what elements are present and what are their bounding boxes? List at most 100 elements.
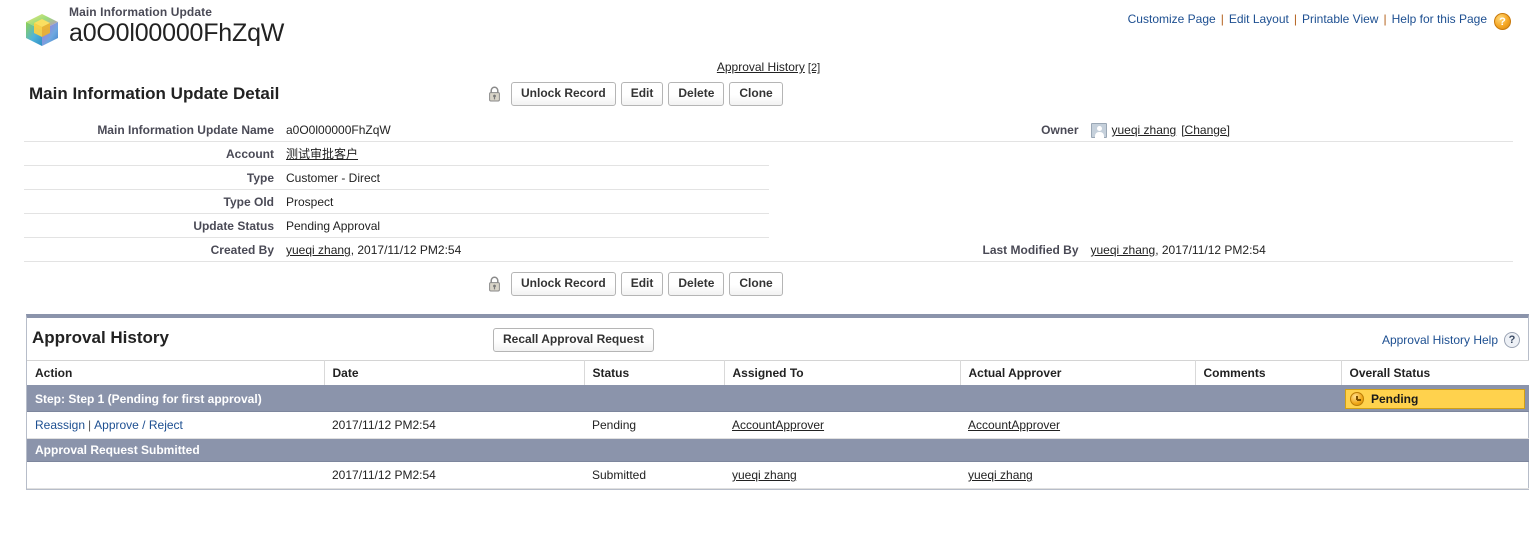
record-brand: Main Information Update a0O0l00000FhZqW <box>24 6 284 48</box>
approval-history-help: Approval History Help ? <box>1382 332 1520 349</box>
unlock-record-button-bottom[interactable]: Unlock Record <box>511 272 616 297</box>
owner-change-link[interactable]: [Change] <box>1181 122 1230 138</box>
unlock-record-button[interactable]: Unlock Record <box>511 82 616 107</box>
link-separator: | <box>1220 11 1224 26</box>
cell-overall-status <box>1341 411 1529 440</box>
owner-user-link[interactable]: yueqi zhang <box>1112 122 1177 138</box>
actual-approver-link[interactable]: yueqi zhang <box>968 468 1033 482</box>
printable-view-link[interactable]: Printable View <box>1302 12 1379 26</box>
field-label: Main Information Update Name <box>97 123 274 137</box>
clone-button[interactable]: Clone <box>729 82 783 107</box>
edit-button-bottom[interactable]: Edit <box>620 272 664 297</box>
field-label: Type Old <box>223 195 274 209</box>
status-badge-label: Pending <box>1371 392 1419 407</box>
field-main-information-update-name: Main Information Update Name a0O0l00000F… <box>24 118 769 142</box>
detail-button-row-top: Unlock Record Edit Delete Clone <box>488 82 783 107</box>
page-header: Main Information Update a0O0l00000FhZqW … <box>0 0 1537 58</box>
edit-button[interactable]: Edit <box>620 82 664 107</box>
field-value: a0O0l00000FhZqW <box>286 123 391 137</box>
assigned-to-link[interactable]: yueqi zhang <box>732 468 797 482</box>
cell-actual-approver: AccountApprover <box>960 411 1195 440</box>
created-by-user-link[interactable]: yueqi zhang <box>286 243 351 257</box>
cell-status: Submitted <box>584 461 724 490</box>
link-separator: | <box>1383 11 1387 26</box>
record-locked-padlock-icon <box>489 276 500 292</box>
cell-date: 2017/11/12 PM2:54 <box>324 411 584 440</box>
edit-layout-link[interactable]: Edit Layout <box>1229 12 1289 26</box>
field-spacer <box>769 190 1514 214</box>
delete-button[interactable]: Delete <box>668 82 725 107</box>
field-type: Type Customer - Direct <box>24 166 769 190</box>
help-question-icon[interactable]: ? <box>1504 332 1520 349</box>
approval-step-label: Step: Step 1 (Pending for first approval… <box>27 386 1341 413</box>
cell-action: Reassign | Approve / Reject <box>27 411 324 440</box>
field-value <box>1091 218 1514 235</box>
related-list-nav: Approval History [2] <box>0 58 1537 82</box>
clone-button-bottom[interactable]: Clone <box>729 272 783 297</box>
actual-approver-link[interactable]: AccountApprover <box>968 418 1060 432</box>
field-row: Account 测试审批客户 <box>24 142 1513 166</box>
field-value: Customer - Direct <box>286 171 381 185</box>
clock-icon <box>1350 392 1364 407</box>
detail-fields: Main Information Update Name a0O0l00000F… <box>24 118 1513 262</box>
approval-history-header: Approval History Recall Approval Request… <box>27 318 1528 360</box>
field-value: yueqi zhang [Change] <box>1090 122 1514 138</box>
approval-history-panel: Approval History Recall Approval Request… <box>26 314 1529 491</box>
field-owner: Owner yueqi zhang [Change] <box>768 118 1514 142</box>
field-last-modified-by: Last Modified By yueqi zhang, 2017/11/12… <box>768 238 1514 262</box>
page-action-links: Customize Page | Edit Layout | Printable… <box>1128 10 1511 30</box>
user-avatar-icon <box>1090 122 1107 138</box>
field-label <box>769 146 1091 163</box>
table-row: Reassign | Approve / Reject 2017/11/12 PM2… <box>27 411 1529 440</box>
field-row: Type Customer - Direct <box>24 166 1513 190</box>
field-label: Account <box>226 147 274 161</box>
help-for-this-page-link[interactable]: Help for this Page <box>1392 12 1487 26</box>
detail-header-bar: Main Information Update Detail Unlock Re… <box>24 82 1513 116</box>
table-header-row: Action Date Status Assigned To Actual Ap… <box>27 360 1529 388</box>
column-header-status: Status <box>584 360 725 388</box>
cell-action <box>27 461 324 490</box>
reassign-link[interactable]: Reassign <box>35 418 85 432</box>
column-header-assigned-to: Assigned To <box>724 360 961 388</box>
cell-actual-approver: yueqi zhang <box>960 461 1195 490</box>
account-link[interactable]: 测试审批客户 <box>286 147 358 161</box>
field-label <box>769 218 1091 235</box>
last-modified-by-user-link[interactable]: yueqi zhang <box>1091 243 1156 257</box>
field-value: yueqi zhang, 2017/11/12 PM2:54 <box>286 242 769 258</box>
field-spacer <box>769 142 1514 166</box>
cell-assigned-to: AccountApprover <box>724 411 960 440</box>
help-question-icon[interactable]: ? <box>1494 13 1511 30</box>
field-value: Prospect <box>286 195 334 209</box>
record-locked-padlock-icon <box>489 86 500 102</box>
approval-history-help-link[interactable]: Approval History Help <box>1382 333 1498 347</box>
detail-button-row-bottom: Unlock Record Edit Delete Clone <box>488 272 1513 297</box>
field-row: Update Status Pending Approval <box>24 214 1513 238</box>
recall-approval-request-button[interactable]: Recall Approval Request <box>493 328 654 353</box>
field-created-by: Created By yueqi zhang, 2017/11/12 PM2:5… <box>24 238 769 262</box>
approve-reject-link[interactable]: Approve / Reject <box>94 418 183 432</box>
field-value: yueqi zhang, 2017/11/12 PM2:54 <box>1091 242 1514 258</box>
detail-section: Main Information Update Detail Unlock Re… <box>0 82 1537 297</box>
field-row: Created By yueqi zhang, 2017/11/12 PM2:5… <box>24 238 1513 262</box>
delete-button-bottom[interactable]: Delete <box>668 272 725 297</box>
cell-status: Pending <box>584 411 724 440</box>
field-update-status: Update Status Pending Approval <box>24 214 769 238</box>
action-separator: | <box>88 418 92 433</box>
assigned-to-link[interactable]: AccountApprover <box>732 418 824 432</box>
field-label: Owner <box>1041 123 1079 137</box>
field-value: 测试审批客户 <box>286 146 769 162</box>
approval-history-count[interactable]: [2] <box>808 62 820 74</box>
approval-submitted-label: Approval Request Submitted <box>27 438 1529 463</box>
approval-step-row: Step: Step 1 (Pending for first approval… <box>27 386 1529 413</box>
object-type-label: Main Information Update <box>69 5 212 19</box>
status-badge-pending: Pending <box>1345 389 1525 410</box>
field-label: Created By <box>210 243 274 257</box>
field-row: Main Information Update Name a0O0l00000F… <box>24 118 1513 142</box>
approval-history-anchor-link[interactable]: Approval History <box>717 60 805 74</box>
record-title: a0O0l00000FhZqW <box>69 19 285 47</box>
customize-page-link[interactable]: Customize Page <box>1128 12 1216 26</box>
created-by-timestamp: , 2017/11/12 PM2:54 <box>350 243 462 257</box>
custom-object-cube-icon <box>26 14 58 46</box>
cell-comments <box>1195 461 1341 490</box>
field-label: Last Modified By <box>982 243 1079 257</box>
